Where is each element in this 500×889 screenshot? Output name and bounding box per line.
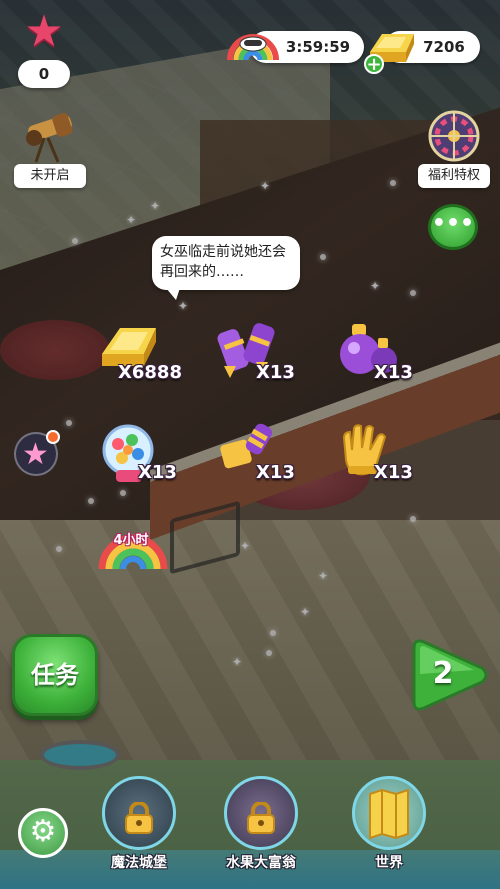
- gear-icon[interactable]: ⚙: [18, 808, 68, 858]
- reward-potion: X13: [334, 318, 444, 398]
- lock-icon: [247, 802, 275, 834]
- reward-qty: X13: [374, 462, 413, 483]
- speech-bubble: 女巫临走前说她还会再回来的……: [152, 236, 300, 300]
- rainbow-booster: 4小时: [98, 515, 168, 575]
- ferris-wheel-icon: [428, 110, 480, 162]
- destination-label: 魔法城堡: [111, 855, 167, 871]
- task-button[interactable]: 任务: [12, 634, 98, 716]
- reward-candy: X13: [214, 420, 324, 500]
- reward-gold: X6888: [96, 318, 206, 398]
- reward-qty: X13: [374, 362, 413, 383]
- reward-qty: X13: [138, 462, 177, 483]
- magic-castle-button[interactable]: 魔法城堡: [94, 776, 184, 876]
- plus-icon[interactable]: +: [364, 54, 384, 74]
- star-icon: ★: [22, 437, 49, 472]
- destination-label: 水果大富翁: [226, 855, 296, 871]
- rainbow-icon[interactable]: [226, 22, 280, 68]
- reward-qty: X6888: [118, 362, 182, 383]
- telescope-label: 未开启: [14, 164, 86, 188]
- play-level-button[interactable]: 2: [404, 634, 490, 716]
- reward-rocket: X13: [214, 318, 324, 398]
- telescope-icon: [26, 113, 73, 163]
- reward-gumball: X13: [98, 420, 208, 500]
- ellipsis-icon[interactable]: •••: [428, 204, 478, 250]
- reward-qty: X13: [256, 462, 295, 483]
- star-count: 0: [18, 60, 70, 88]
- destination-label: 世界: [375, 855, 403, 871]
- level-number: 2: [432, 656, 454, 691]
- star-event-button[interactable]: ★: [14, 430, 60, 476]
- fruit-monopoly-button[interactable]: 水果大富翁: [216, 776, 306, 876]
- welfare-button[interactable]: 福利特权: [418, 108, 490, 188]
- world-button[interactable]: 世界: [344, 776, 434, 876]
- lock-icon: [125, 802, 153, 834]
- star-counter[interactable]: ★ 0: [18, 10, 70, 88]
- rainbow-duration: 4小时: [113, 533, 149, 548]
- map-icon: [369, 788, 409, 840]
- reward-glove: X13: [334, 420, 444, 500]
- welfare-label: 福利特权: [418, 164, 490, 188]
- notification-badge: [46, 430, 60, 444]
- reward-qty: X13: [256, 362, 295, 383]
- telescope-button[interactable]: 未开启: [14, 108, 86, 188]
- star-icon: ★: [24, 6, 64, 57]
